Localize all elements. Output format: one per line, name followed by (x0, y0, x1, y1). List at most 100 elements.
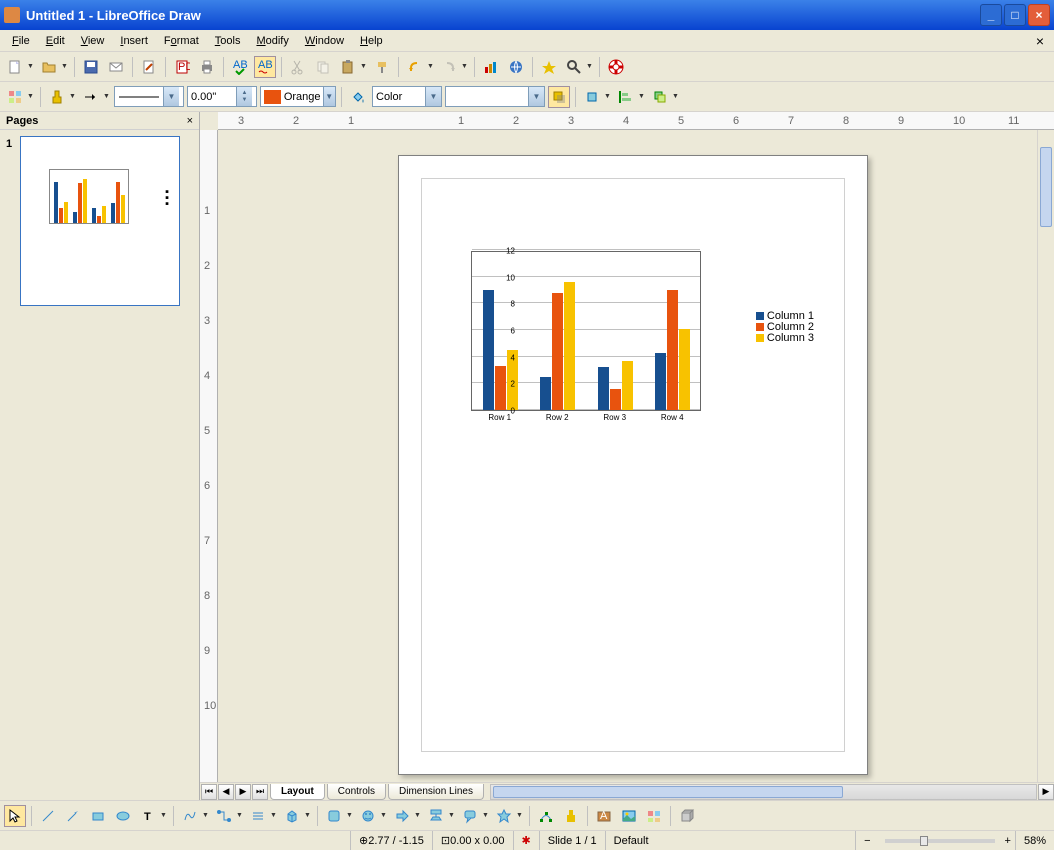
menu-modify[interactable]: Modify (248, 32, 296, 50)
close-document-button[interactable]: × (1030, 31, 1050, 51)
redo-dropdown[interactable]: ▼ (460, 56, 469, 78)
edit-file-button[interactable] (138, 56, 160, 78)
autospellcheck-button[interactable]: ABC (254, 56, 276, 78)
close-button[interactable]: × (1028, 4, 1050, 26)
copy-button[interactable] (312, 56, 334, 78)
lines-arrows-tool[interactable] (247, 805, 269, 827)
area-color-combo[interactable]: ▼ (445, 86, 545, 107)
line-arrow-tool[interactable] (62, 805, 84, 827)
menu-file[interactable]: File (4, 32, 38, 50)
menu-format[interactable]: Format (156, 32, 207, 50)
email-button[interactable] (105, 56, 127, 78)
grid-dropdown[interactable]: ▼ (26, 86, 35, 108)
nav-next-button[interactable]: ▶ (235, 784, 251, 800)
new-button[interactable] (4, 56, 26, 78)
stars-dropdown[interactable]: ▼ (515, 805, 524, 827)
curve-dropdown[interactable]: ▼ (201, 805, 210, 827)
area-style-combo[interactable]: Color ▼ (372, 86, 442, 107)
align-dropdown[interactable]: ▼ (637, 86, 646, 108)
select-tool[interactable] (4, 805, 26, 827)
menu-tools[interactable]: Tools (207, 32, 249, 50)
zoom-slider[interactable] (885, 839, 995, 843)
connector-tool[interactable] (213, 805, 235, 827)
menu-insert[interactable]: Insert (112, 32, 156, 50)
navigator-button[interactable] (538, 56, 560, 78)
ellipse-tool[interactable] (112, 805, 134, 827)
flowchart-dropdown[interactable]: ▼ (447, 805, 456, 827)
ruler-horizontal[interactable]: 3211234567891011 (218, 112, 1054, 130)
3d-dropdown[interactable]: ▼ (303, 805, 312, 827)
curve-tool[interactable] (179, 805, 201, 827)
symbol-dropdown[interactable]: ▼ (379, 805, 388, 827)
cut-button[interactable] (287, 56, 309, 78)
line-style-combo[interactable]: ▼ (114, 86, 184, 107)
menu-window[interactable]: Window (297, 32, 352, 50)
line-color-combo[interactable]: Orange ▼ (260, 86, 336, 107)
arrow-style-dropdown[interactable]: ▼ (102, 86, 111, 108)
tab-controls[interactable]: Controls (327, 784, 386, 800)
scroll-right-button[interactable]: ▶ (1038, 784, 1054, 800)
redo-button[interactable] (438, 56, 460, 78)
arrow-style-button[interactable] (80, 86, 102, 108)
chart-button[interactable] (480, 56, 502, 78)
undo-button[interactable] (404, 56, 426, 78)
flowchart-tool[interactable] (425, 805, 447, 827)
pdf-button[interactable]: PDF (171, 56, 193, 78)
extrusion-tool[interactable] (676, 805, 698, 827)
menu-help[interactable]: Help (352, 32, 391, 50)
block-arrows-tool[interactable] (391, 805, 413, 827)
nav-first-button[interactable]: ⏮ (201, 784, 217, 800)
block-arrows-dropdown[interactable]: ▼ (413, 805, 422, 827)
glue-points-tool[interactable] (560, 805, 582, 827)
clone-format-button[interactable] (371, 56, 393, 78)
paste-button[interactable] (337, 56, 359, 78)
fontwork-tool[interactable]: A (593, 805, 615, 827)
gallery-tool[interactable] (643, 805, 665, 827)
save-button[interactable] (80, 56, 102, 78)
lines-dropdown[interactable]: ▼ (269, 805, 278, 827)
line-tool[interactable] (37, 805, 59, 827)
glue-dropdown[interactable]: ▼ (68, 86, 77, 108)
zoom-in-button[interactable]: + (1001, 835, 1015, 847)
tab-layout[interactable]: Layout (270, 784, 325, 800)
zoom-out-button[interactable]: − (855, 831, 878, 850)
chart-object[interactable]: Column 1Column 2Column 3 024681012 Row 1… (449, 246, 749, 446)
effects-dropdown[interactable]: ▼ (603, 86, 612, 108)
hyperlink-button[interactable] (505, 56, 527, 78)
spellcheck-button[interactable]: ABC (229, 56, 251, 78)
open-dropdown[interactable]: ▼ (60, 56, 69, 78)
glue-button[interactable] (46, 86, 68, 108)
callouts-dropdown[interactable]: ▼ (481, 805, 490, 827)
shadow-button[interactable] (548, 86, 570, 108)
basic-shapes-dropdown[interactable]: ▼ (345, 805, 354, 827)
undo-dropdown[interactable]: ▼ (426, 56, 435, 78)
symbol-shapes-tool[interactable] (357, 805, 379, 827)
zoom-value[interactable]: 58% (1015, 831, 1054, 850)
maximize-button[interactable]: □ (1004, 4, 1026, 26)
stars-tool[interactable] (493, 805, 515, 827)
menu-view[interactable]: View (73, 32, 113, 50)
rectangle-tool[interactable] (87, 805, 109, 827)
zoom-dropdown[interactable]: ▼ (585, 56, 594, 78)
line-width-input[interactable] (188, 91, 236, 103)
text-tool[interactable]: T (137, 805, 159, 827)
line-width-combo[interactable]: ▲▼ (187, 86, 257, 107)
basic-shapes-tool[interactable] (323, 805, 345, 827)
pages-close-icon[interactable]: × (187, 115, 193, 127)
paste-dropdown[interactable]: ▼ (359, 56, 368, 78)
arrange-dropdown[interactable]: ▼ (671, 86, 680, 108)
from-file-tool[interactable] (618, 805, 640, 827)
points-tool[interactable] (535, 805, 557, 827)
grid-button[interactable] (4, 86, 26, 108)
zoom-button[interactable] (563, 56, 585, 78)
fill-can-button[interactable] (347, 86, 369, 108)
print-button[interactable] (196, 56, 218, 78)
scrollbar-vertical[interactable] (1037, 130, 1054, 782)
ruler-vertical[interactable]: 12345678910 (200, 130, 218, 782)
page-view[interactable]: Column 1Column 2Column 3 024681012 Row 1… (218, 130, 1054, 782)
nav-last-button[interactable]: ⏭ (252, 784, 268, 800)
effects-button[interactable] (581, 86, 603, 108)
align-button[interactable] (615, 86, 637, 108)
scrollbar-horizontal[interactable] (490, 784, 1037, 800)
menu-edit[interactable]: Edit (38, 32, 73, 50)
